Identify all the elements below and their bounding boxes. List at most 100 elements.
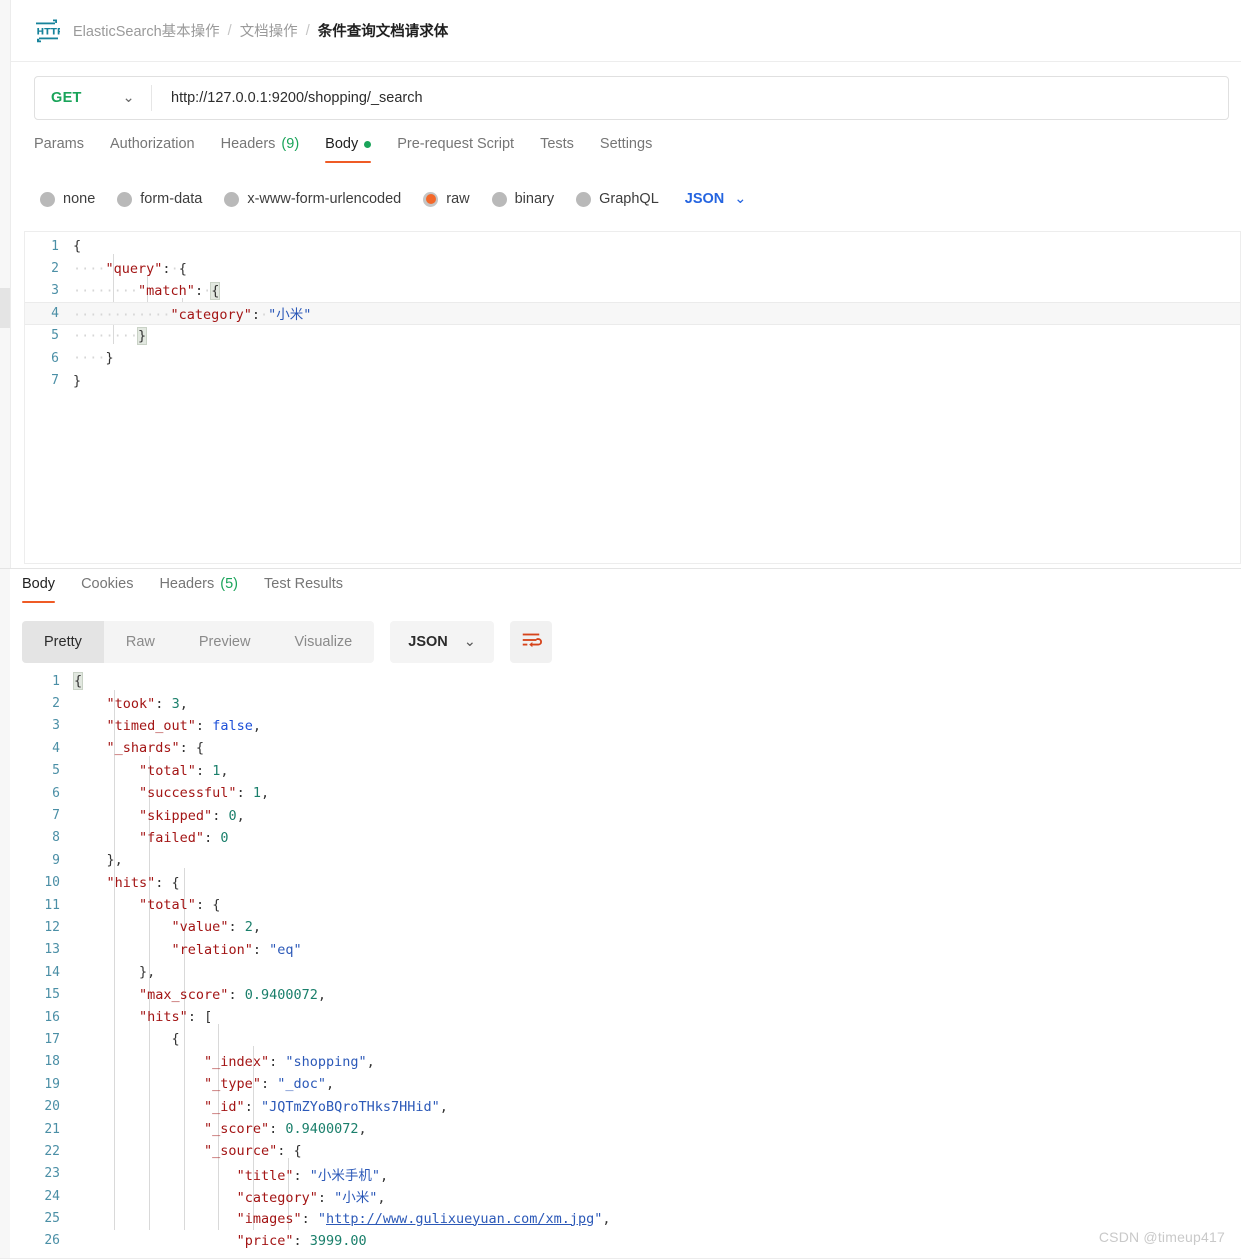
tab-settings[interactable]: Settings [600,136,652,163]
radio-selected-icon [423,191,439,207]
code-text: "category": "小米", [236,1190,386,1207]
tab-pre-request-script[interactable]: Pre-request Script [397,136,514,163]
radio-icon [117,191,133,207]
line-number: 20 [44,1099,60,1115]
word-wrap-button[interactable] [509,621,552,663]
code-text: "skipped": 0, [139,807,245,824]
body-type-binary[interactable]: binary [491,191,554,207]
code-line: 2 ····"query":·{ [25,257,1240,279]
line-number: 14 [44,964,60,980]
body-type-none[interactable]: none [40,191,95,207]
code-text: "images": "http://www.gulixueyuan.com/xm… [236,1210,611,1227]
radio-icon [491,191,507,207]
code-line: 12 "value": 2, [24,916,1241,938]
code-text: }, [106,852,123,869]
tab-body[interactable]: Body [325,136,372,163]
tab-count: (5) [220,576,238,592]
scrollbar-thumb[interactable] [0,288,10,328]
line-number: 3 [52,718,60,734]
code-line: 16 "hits": [ [24,1006,1241,1028]
tab-label: Cookies [81,576,134,592]
code-line: 14 }, [24,961,1241,983]
code-line: 11 "total": { [24,894,1241,916]
code-text: "value": 2, [171,919,261,936]
view-mode-pretty[interactable]: Pretty [22,621,104,663]
line-number: 18 [44,1054,60,1070]
url-input[interactable] [152,90,1228,106]
tab-label: Headers [159,576,215,592]
radio-icon [224,191,240,207]
body-type-form-data[interactable]: form-data [117,191,202,207]
tab-label: Body [325,136,359,152]
code-line: 17 { [24,1028,1241,1050]
code-line: 1 { [25,235,1240,257]
breadcrumb: ElasticSearch基本操作 / 文档操作 / 条件查询文档请求体 [73,20,448,41]
code-line: 3 "timed_out": false, [24,715,1241,737]
code-text: "hits": [ [139,1009,213,1026]
response-tab-headers[interactable]: Headers (5) [159,576,238,603]
body-type-label: GraphQL [599,191,659,207]
http-icon: HTTP [34,18,64,44]
tab-label: Headers [220,136,276,152]
code-line: 9 }, [24,849,1241,871]
line-number: 1 [51,238,59,254]
line-number: 2 [52,696,60,712]
body-present-dot-icon [364,140,372,148]
code-text: "total": { [139,897,221,914]
response-tab-test-results[interactable]: Test Results [264,576,343,603]
word-wrap-icon [520,629,542,656]
line-number: 22 [44,1143,60,1159]
breadcrumb-bar: HTTP ElasticSearch基本操作 / 文档操作 / 条件查询文档请求… [11,0,1241,62]
code-text: "_source": { [204,1143,302,1160]
body-type-urlencoded[interactable]: x-www-form-urlencoded [224,191,401,207]
response-body-viewer[interactable]: 1 { 2 "took": 3, 3 "timed_out": false, 4… [24,668,1241,1253]
tab-headers[interactable]: Headers (9) [221,136,300,163]
tab-count: (9) [281,136,300,152]
code-line: 7 "skipped": 0, [24,804,1241,826]
line-number: 13 [44,942,60,958]
line-number: 24 [44,1188,60,1204]
code-line: 1 { [24,670,1241,692]
svg-text:HTTP: HTTP [37,26,61,37]
method-selector[interactable]: GET ⌄ [35,77,151,119]
code-line: 8 "failed": 0 [24,827,1241,849]
code-text: "_id": "JQTmZYoBQroTHks7HHid", [204,1098,448,1115]
line-number: 23 [44,1166,60,1182]
code-line: 3 ········"match":·{ [25,280,1240,302]
body-type-graphql[interactable]: GraphQL [576,191,659,207]
request-tabs: Params Authorization Headers (9) Body Pr… [34,136,652,172]
response-format-selector[interactable]: JSON ⌄ [390,621,494,663]
view-mode-visualize[interactable]: Visualize [272,621,374,663]
tab-params[interactable]: Params [34,136,84,163]
chevron-down-icon: ⌄ [463,634,476,650]
line-number: 4 [52,740,60,756]
line-number: 5 [51,328,59,344]
view-mode-raw[interactable]: Raw [104,621,177,663]
panel-divider[interactable] [0,568,1241,569]
left-scroll-rail[interactable] [0,0,10,1259]
tab-tests[interactable]: Tests [540,136,574,163]
view-mode-preview[interactable]: Preview [177,621,273,663]
breadcrumb-item-0[interactable]: ElasticSearch基本操作 [73,20,220,41]
line-number: 10 [44,875,60,891]
code-text: "took": 3, [106,695,188,712]
tab-label: Pre-request Script [397,136,515,152]
code-line: 20 "_id": "JQTmZYoBQroTHks7HHid", [24,1095,1241,1117]
tab-label: Test Results [264,576,343,592]
response-url-link[interactable]: http://www.gulixueyuan.com/xm.jpg [326,1211,594,1227]
code-line: 18 "_index": "shopping", [24,1051,1241,1073]
request-format-selector[interactable]: JSON ⌄ [685,191,747,207]
response-tab-cookies[interactable]: Cookies [81,576,133,603]
tab-authorization[interactable]: Authorization [110,136,195,163]
response-tab-body[interactable]: Body [22,576,56,603]
request-body-editor[interactable]: 1 { 2 ····"query":·{ 3 ········"match":·… [24,231,1241,564]
body-type-raw[interactable]: raw [423,191,470,207]
body-type-label: none [63,191,96,207]
code-text: { [72,672,84,691]
chevron-down-icon: ⌄ [122,90,135,106]
breadcrumb-item-1[interactable]: 文档操作 [240,20,298,41]
code-text: "_type": "_doc", [204,1076,335,1093]
code-text: { [171,1031,180,1048]
code-line: 6 "successful": 1, [24,782,1241,804]
code-line: 5 ········} [25,325,1240,347]
